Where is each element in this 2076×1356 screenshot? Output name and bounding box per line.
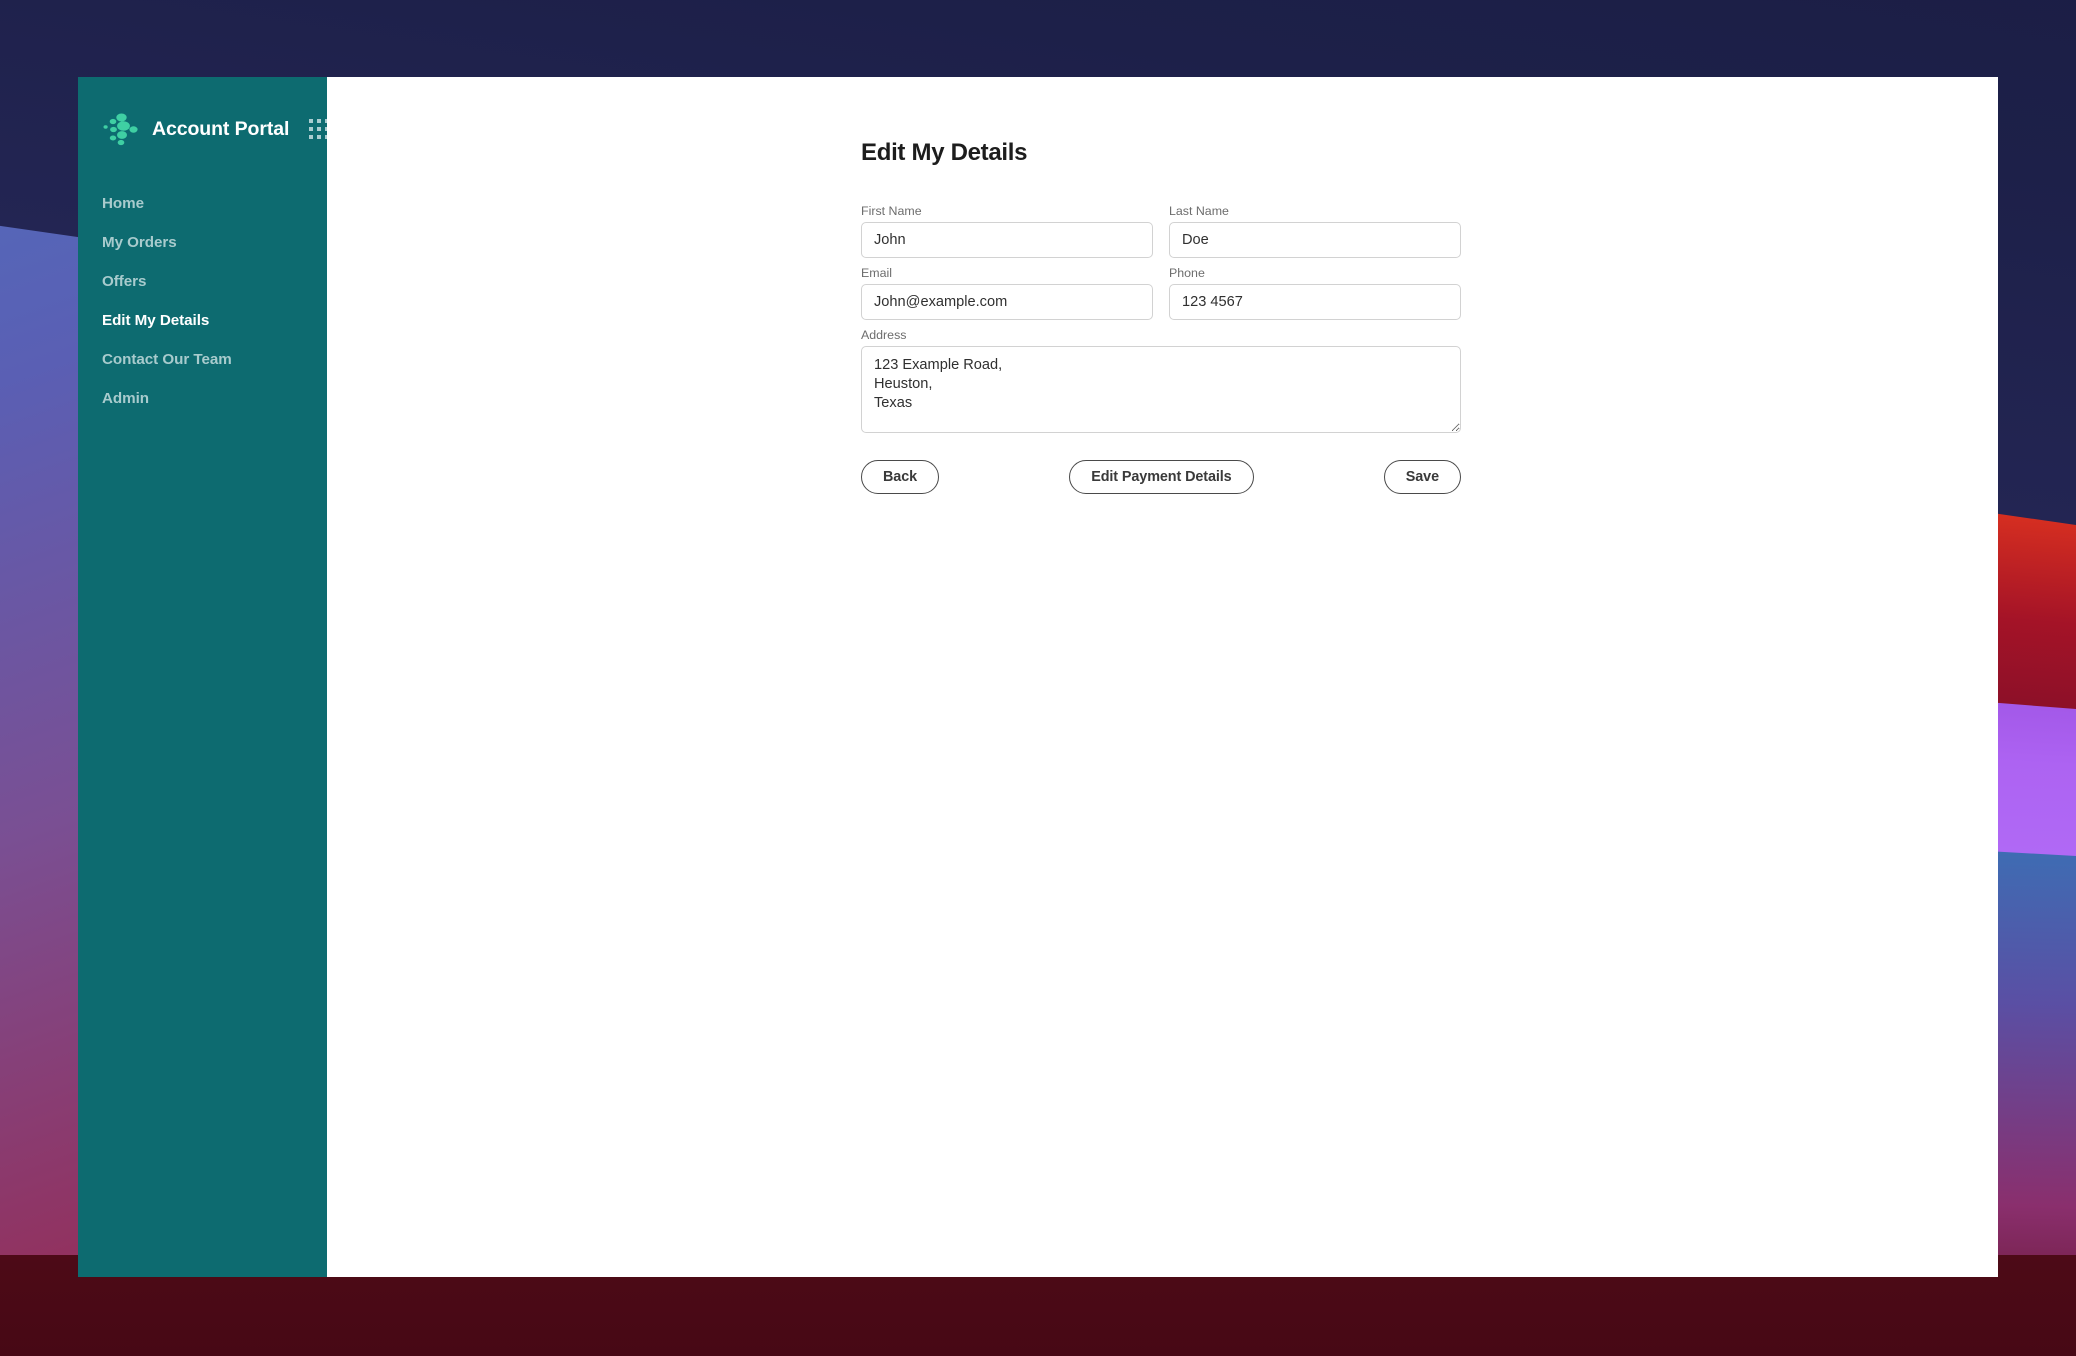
last-name-input[interactable] [1169,222,1461,258]
field-address: Address 123 Example Road, Heuston, Texas [861,328,1461,438]
edit-details-form: Edit My Details First Name Last Name Ema… [861,139,1461,494]
main-content: Edit My Details First Name Last Name Ema… [327,77,1998,1277]
sidebar: Account Portal Home My Orders Offers Edi… [78,77,330,1277]
last-name-label: Last Name [1169,204,1229,218]
grid-dot [317,127,322,131]
phone-label: Phone [1169,266,1205,280]
save-button[interactable]: Save [1383,460,1461,494]
sidebar-item-contact-our-team[interactable]: Contact Our Team [78,340,327,379]
field-first-name: First Name [861,204,1153,258]
sidebar-brand: Account Portal [78,101,330,148]
app-window: Account Portal Home My Orders Offers Edi… [78,77,1998,1277]
grid-dot [309,135,314,139]
grid-dot [309,119,314,123]
grid-dot [317,119,322,123]
dot-cluster-logo-icon [103,113,138,146]
first-name-input[interactable] [861,222,1153,258]
page-title: Edit My Details [861,139,1028,166]
email-label: Email [861,266,892,280]
sidebar-item-edit-my-details[interactable]: Edit My Details [78,301,327,340]
sidebar-brand-title: Account Portal [152,117,290,140]
back-button[interactable]: Back [861,460,940,494]
sidebar-item-my-orders[interactable]: My Orders [78,223,327,262]
sidebar-item-admin[interactable]: Admin [78,379,327,418]
edit-payment-details-button[interactable]: Edit Payment Details [1069,460,1254,494]
phone-input[interactable] [1169,284,1461,320]
address-label: Address [861,328,907,342]
email-input[interactable] [861,284,1153,320]
field-email: Email [861,266,1153,320]
grid-dot [317,135,322,139]
grid-dot [309,127,314,131]
form-button-row: Back Edit Payment Details Save [861,460,1461,494]
field-last-name: Last Name [1169,204,1461,258]
address-textarea[interactable]: 123 Example Road, Heuston, Texas [861,346,1461,433]
first-name-label: First Name [861,204,922,218]
sidebar-nav: Home My Orders Offers Edit My Details Co… [78,184,327,418]
field-phone: Phone [1169,266,1461,320]
sidebar-item-offers[interactable]: Offers [78,262,327,301]
form-field-grid: First Name Last Name Email Phone Address [861,204,1461,446]
sidebar-item-home[interactable]: Home [78,184,327,223]
